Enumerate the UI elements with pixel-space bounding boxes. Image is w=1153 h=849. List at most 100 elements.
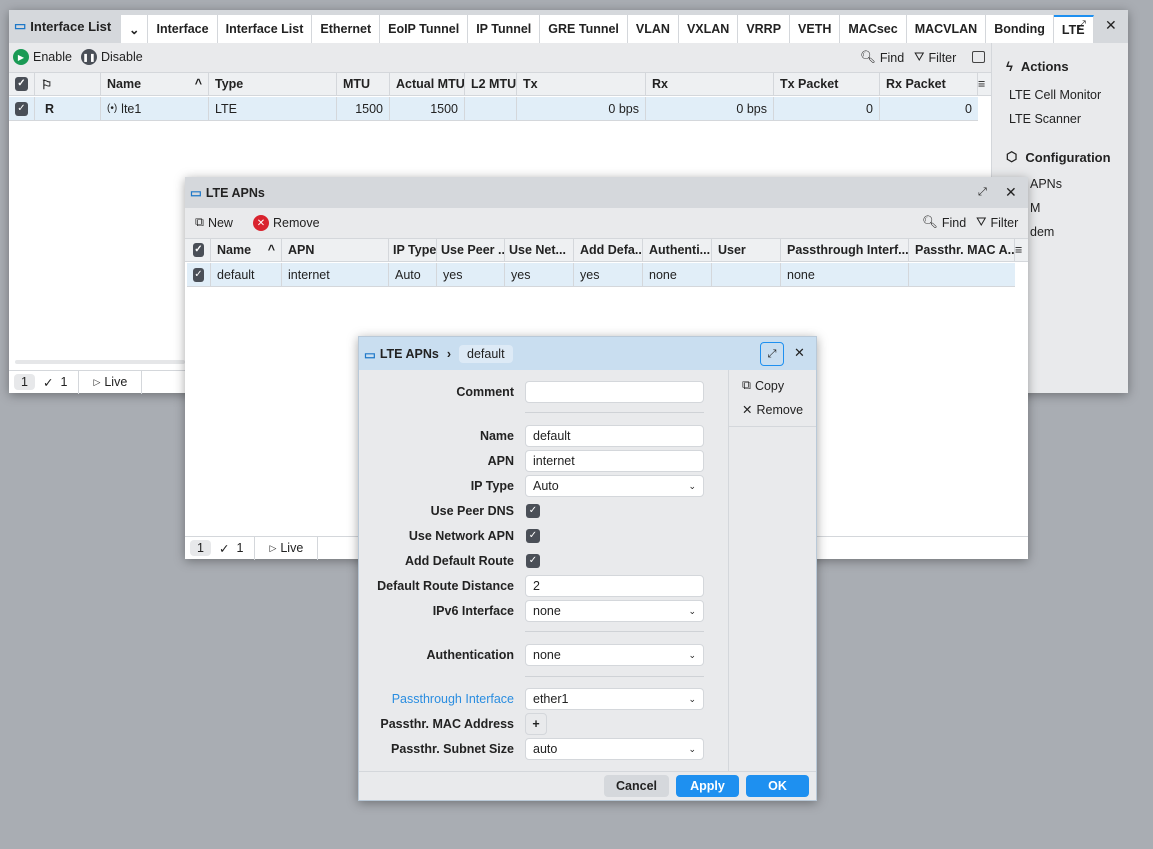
col-rx-packet[interactable]: Rx Packet bbox=[880, 73, 978, 95]
tab-bonding[interactable]: Bonding bbox=[986, 15, 1054, 43]
col-tx-packet[interactable]: Tx Packet bbox=[774, 73, 880, 95]
chevron-right-icon: › bbox=[446, 347, 452, 361]
tab-ethernet[interactable]: Ethernet bbox=[312, 15, 381, 43]
table-row[interactable]: ✓ default internet Auto yes yes yes none… bbox=[187, 263, 1015, 287]
flag-icon: ⚐ bbox=[35, 73, 101, 95]
tab-macvlan[interactable]: MACVLAN bbox=[906, 15, 987, 43]
columns-menu-icon[interactable]: ≡ bbox=[978, 73, 991, 95]
add-default-route-checkbox[interactable]: ✓ bbox=[526, 554, 540, 568]
add-mac-button[interactable]: + bbox=[525, 713, 547, 735]
tab-vrrp[interactable]: VRRP bbox=[738, 15, 791, 43]
comment-input[interactable] bbox=[525, 381, 704, 403]
table-row[interactable]: ✓ R (•) lte1 LTE 1500 1500 0 bps 0 bps 0 … bbox=[9, 97, 978, 121]
tab-lte[interactable]: LTE bbox=[1053, 15, 1094, 43]
authentication-select[interactable]: none ⌄ bbox=[525, 644, 704, 666]
tab-macsec[interactable]: MACsec bbox=[840, 15, 907, 43]
ip-type-label: IP Type bbox=[470, 479, 514, 493]
col-authentication[interactable]: Authenti... bbox=[643, 239, 712, 261]
filter-icon: ⛛ bbox=[914, 50, 925, 64]
col-tx[interactable]: Tx bbox=[517, 73, 646, 95]
lte-cell-monitor-link[interactable]: LTE Cell Monitor bbox=[1009, 88, 1101, 102]
default-route-distance-input[interactable]: 2 bbox=[525, 575, 704, 597]
tab-bar: ⌄ Interface Interface List Ethernet EoIP… bbox=[121, 15, 1094, 43]
row-tx-packet: 0 bbox=[774, 97, 880, 120]
ip-type-select[interactable]: Auto ⌄ bbox=[525, 475, 704, 497]
close-icon: ✕ bbox=[742, 403, 753, 417]
select-all-checkbox[interactable]: ✓ bbox=[187, 239, 211, 261]
col-passthrough-interface[interactable]: Passthrough Interf... bbox=[781, 239, 909, 261]
select-all-checkbox[interactable]: ✓ bbox=[9, 73, 35, 95]
col-mtu[interactable]: MTU bbox=[337, 73, 390, 95]
horizontal-scrollbar[interactable] bbox=[15, 360, 185, 364]
copy-button[interactable]: ⧉ Copy bbox=[742, 378, 784, 393]
col-passthr-mac[interactable]: Passthr. MAC A... bbox=[909, 239, 1015, 261]
close-icon[interactable]: ✕ bbox=[1005, 184, 1017, 201]
cancel-button[interactable]: Cancel bbox=[604, 775, 669, 797]
apns-link[interactable]: APNs bbox=[1030, 177, 1062, 191]
new-button[interactable]: ⧉ New bbox=[195, 215, 233, 230]
search-icon: 🔍︎ bbox=[860, 50, 876, 64]
columns-menu-icon[interactable]: ≡ bbox=[1015, 239, 1028, 261]
check-icon: ✓ bbox=[218, 541, 230, 556]
row-rx: 0 bps bbox=[646, 97, 774, 120]
gear-icon: ⬡ bbox=[1006, 149, 1018, 164]
name-input[interactable]: default bbox=[525, 425, 704, 447]
breadcrumb-parent[interactable]: LTE APNs bbox=[380, 347, 439, 361]
filter-button[interactable]: ⛛ Filter bbox=[976, 215, 1018, 230]
chevron-down-icon: ⌄ bbox=[688, 649, 696, 660]
remove-button[interactable]: ✕ Remove bbox=[253, 215, 320, 231]
enable-button[interactable]: ▶ Enable bbox=[13, 49, 72, 65]
passthr-subnet-select[interactable]: auto ⌄ bbox=[525, 738, 704, 760]
row-checkbox[interactable]: ✓ bbox=[187, 263, 211, 286]
col-use-network-apn[interactable]: Use Net... bbox=[505, 239, 574, 261]
live-button[interactable]: ▷ Live bbox=[254, 536, 319, 560]
col-rx[interactable]: Rx bbox=[646, 73, 774, 95]
ipv6-interface-select[interactable]: none ⌄ bbox=[525, 600, 704, 622]
col-name[interactable]: Name ^ bbox=[211, 239, 282, 261]
col-l2mtu[interactable]: L2 MTU bbox=[465, 73, 517, 95]
close-icon[interactable]: ✕ bbox=[794, 345, 805, 361]
side-panel-toggle-icon[interactable] bbox=[972, 51, 985, 63]
tab-interface[interactable]: Interface bbox=[148, 15, 218, 43]
disable-button[interactable]: ❚❚ Disable bbox=[81, 49, 143, 65]
close-icon[interactable]: ✕ bbox=[1105, 17, 1117, 34]
passthrough-interface-select[interactable]: ether1 ⌄ bbox=[525, 688, 704, 710]
table-header: ✓ ⚐ Name ^ Type MTU Actual MTU L2 MTU Tx … bbox=[9, 72, 991, 96]
find-button[interactable]: 🔍︎ Find bbox=[860, 50, 904, 65]
actions-heading: Actions bbox=[1020, 59, 1069, 74]
maximize-button[interactable]: ⤢ bbox=[760, 342, 784, 366]
lte-scanner-link[interactable]: LTE Scanner bbox=[1009, 112, 1081, 126]
antenna-icon: (•) bbox=[107, 103, 118, 114]
filter-button[interactable]: ⛛ Filter bbox=[914, 50, 956, 65]
col-actual-mtu[interactable]: Actual MTU bbox=[390, 73, 465, 95]
tab-gre[interactable]: GRE Tunnel bbox=[540, 15, 628, 43]
apply-button[interactable]: Apply bbox=[676, 775, 739, 797]
tab-ip-tunnel[interactable]: IP Tunnel bbox=[468, 15, 541, 43]
maximize-icon[interactable]: ⤢ bbox=[1077, 19, 1086, 32]
modem-link[interactable]: dem bbox=[1030, 225, 1054, 239]
tab-vxlan[interactable]: VXLAN bbox=[678, 15, 739, 43]
ok-button[interactable]: OK bbox=[746, 775, 809, 797]
row-name: (•) lte1 bbox=[101, 97, 209, 120]
maximize-icon[interactable]: ⤢ bbox=[978, 186, 987, 199]
col-add-default-route[interactable]: Add Defa... bbox=[574, 239, 643, 261]
apn-input[interactable]: internet bbox=[525, 450, 704, 472]
row-checkbox[interactable]: ✓ bbox=[9, 97, 35, 120]
use-peer-dns-checkbox[interactable]: ✓ bbox=[526, 504, 540, 518]
tab-veth[interactable]: VETH bbox=[790, 15, 841, 43]
tabs-dropdown[interactable]: ⌄ bbox=[121, 15, 149, 43]
sim-link[interactable]: M bbox=[1030, 201, 1040, 215]
col-name[interactable]: Name ^ bbox=[101, 73, 209, 95]
col-type[interactable]: Type bbox=[209, 73, 337, 95]
use-network-apn-checkbox[interactable]: ✓ bbox=[526, 529, 540, 543]
col-apn[interactable]: APN bbox=[282, 239, 389, 261]
col-ip-type[interactable]: IP Type bbox=[389, 239, 437, 261]
col-use-peer-dns[interactable]: Use Peer ... bbox=[437, 239, 505, 261]
find-button[interactable]: 🔍︎ Find bbox=[922, 215, 966, 230]
col-user[interactable]: User bbox=[712, 239, 781, 261]
remove-button[interactable]: ✕ Remove bbox=[742, 402, 803, 418]
tab-vlan[interactable]: VLAN bbox=[627, 15, 679, 43]
live-button[interactable]: ▷ Live bbox=[78, 370, 143, 394]
tab-interface-list[interactable]: Interface List bbox=[217, 15, 313, 43]
tab-eoip[interactable]: EoIP Tunnel bbox=[380, 15, 469, 43]
